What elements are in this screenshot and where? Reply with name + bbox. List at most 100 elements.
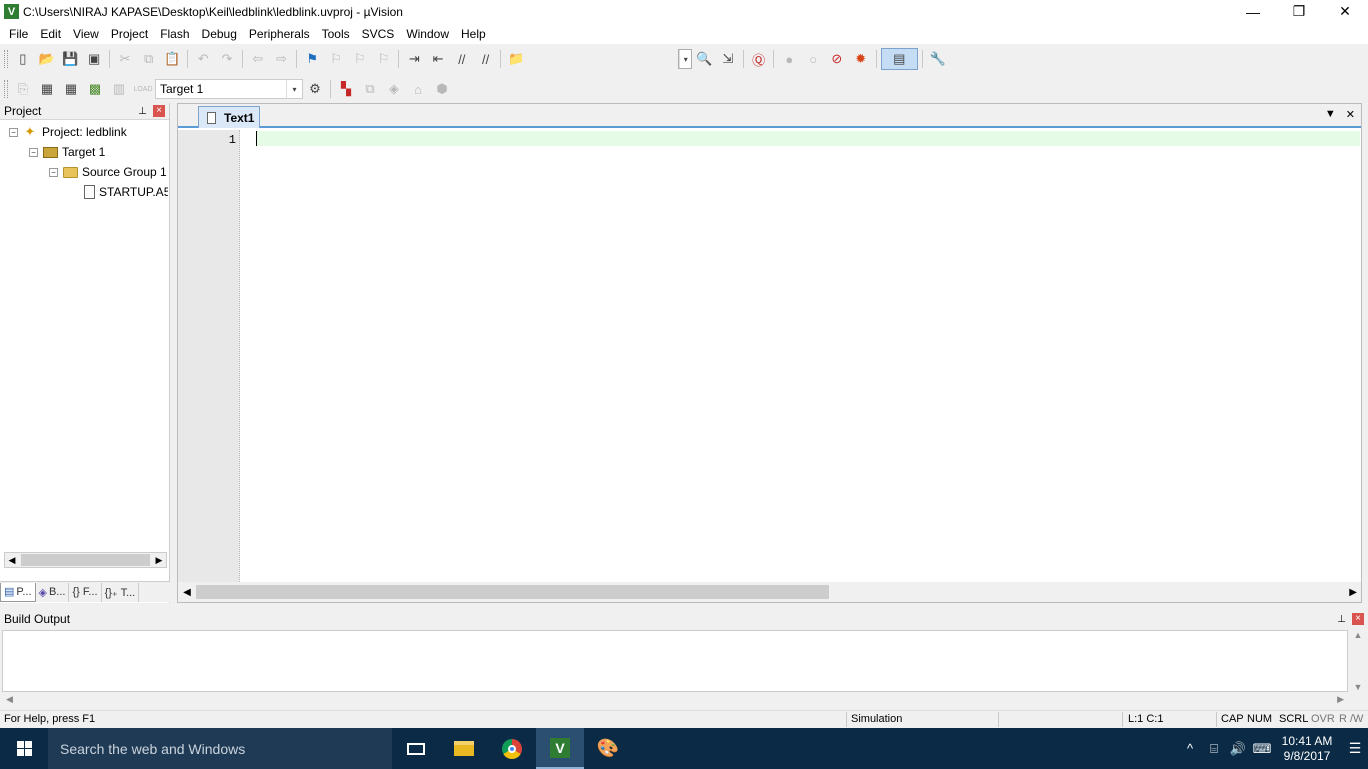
scroll-right-icon[interactable]: ▶ [1337, 694, 1344, 705]
pack-installer-icon[interactable]: ⌂ [407, 78, 429, 100]
tree-item-project[interactable]: − ✦ Project: ledblink [0, 122, 169, 142]
target-select[interactable]: Target 1 ▾ [155, 79, 303, 99]
scroll-up-icon[interactable]: ▲ [1354, 630, 1363, 640]
tab-text1[interactable]: Text1 [198, 106, 260, 128]
pin-icon[interactable]: ⊥ [138, 106, 147, 117]
menu-tools[interactable]: Tools [316, 23, 356, 44]
tab-project[interactable]: ▤ P... [0, 582, 36, 602]
chevron-down-icon[interactable]: ▾ [286, 80, 302, 98]
scroll-left-icon[interactable]: ◀ [5, 555, 19, 566]
paint-button[interactable]: 🎨 [584, 728, 632, 769]
navigate-back-icon[interactable]: ⇦ [247, 48, 269, 70]
collapse-toggle-icon[interactable]: − [49, 167, 58, 177]
menu-view[interactable]: View [67, 23, 105, 44]
start-button[interactable] [0, 728, 48, 769]
comment-icon[interactable]: // [451, 48, 473, 70]
next-bookmark-icon[interactable]: ⚐ [349, 48, 371, 70]
file-explorer-button[interactable] [440, 728, 488, 769]
clear-bookmarks-icon[interactable]: ⚐ [373, 48, 395, 70]
uncomment-icon[interactable]: // [475, 48, 497, 70]
stop-build-icon[interactable]: ▥ [108, 78, 130, 100]
toolbar-grip[interactable] [4, 50, 8, 68]
incremental-find-icon[interactable]: ⇲ [717, 48, 739, 70]
menu-project[interactable]: Project [105, 23, 154, 44]
insert-bookmark-icon[interactable]: ⚑ [301, 48, 323, 70]
toolbar-grip[interactable] [4, 80, 8, 98]
close-icon[interactable]: × [153, 105, 165, 117]
maximize-button[interactable]: ❐ [1276, 0, 1322, 23]
translate-icon[interactable]: ⎘ [12, 78, 34, 100]
close-button[interactable]: ✕ [1322, 0, 1368, 23]
manage-run-time-icon[interactable]: ⧉ [359, 78, 381, 100]
window-layout-icon[interactable]: ▤ [880, 48, 919, 70]
cut-icon[interactable]: ✂ [114, 48, 136, 70]
copy-icon[interactable]: ⧉ [138, 48, 160, 70]
unindent-icon[interactable]: ⇤ [427, 48, 449, 70]
manage-project-items-icon[interactable]: ▚ [335, 78, 357, 100]
tree-item-file[interactable]: STARTUP.A51 [0, 182, 168, 202]
chevron-down-icon[interactable]: ▾ [679, 50, 691, 68]
enable-breakpoint-icon[interactable]: ○ [802, 48, 824, 70]
select-packs-icon[interactable]: ◈ [383, 78, 405, 100]
task-view-button[interactable] [392, 728, 440, 769]
scroll-left-icon[interactable]: ◀ [6, 694, 13, 705]
tree-item-target[interactable]: − Target 1 [0, 142, 169, 162]
build-vertical-scrollbar[interactable]: ▲ ▼ [1350, 630, 1366, 692]
minimize-button[interactable]: — [1230, 0, 1276, 23]
navigate-forward-icon[interactable]: ⇨ [271, 48, 293, 70]
scroll-thumb[interactable] [196, 585, 829, 599]
scroll-thumb[interactable] [21, 554, 150, 566]
build-output-text[interactable] [2, 630, 1348, 692]
taskbar-search-box[interactable]: Search the web and Windows [48, 728, 392, 769]
indent-icon[interactable]: ⇥ [403, 48, 425, 70]
scroll-down-icon[interactable]: ▼ [1354, 682, 1363, 692]
close-document-icon[interactable]: ✕ [1346, 108, 1355, 121]
find-combobox[interactable]: ▾ [678, 49, 693, 69]
show-hidden-icons-chevron-icon[interactable]: ^ [1178, 741, 1202, 756]
keyboard-icon[interactable]: ⌨ [1250, 741, 1274, 757]
disable-breakpoints-icon[interactable]: ⊘ [826, 48, 848, 70]
scroll-left-icon[interactable]: ◀ [178, 587, 196, 598]
pin-icon[interactable]: ⊥ [1337, 614, 1346, 625]
previous-bookmark-icon[interactable]: ⚐ [325, 48, 347, 70]
tree-item-source-group[interactable]: − Source Group 1 [0, 162, 169, 182]
menu-help[interactable]: Help [455, 23, 492, 44]
tab-list-dropdown-icon[interactable]: ▼ [1325, 108, 1336, 121]
scroll-right-icon[interactable]: ▶ [1349, 587, 1357, 598]
menu-svcs[interactable]: SVCS [356, 23, 401, 44]
menu-file[interactable]: File [3, 23, 34, 44]
batch-build-icon[interactable]: ▩ [84, 78, 106, 100]
taskbar-clock[interactable]: 10:41 AM 9/8/2017 [1274, 734, 1340, 764]
find-in-files-icon[interactable]: 📁 [505, 48, 527, 70]
open-file-icon[interactable]: 📂 [36, 48, 58, 70]
undo-icon[interactable]: ↶ [192, 48, 214, 70]
editor-horizontal-scrollbar[interactable]: ◀ ▶ [178, 582, 1361, 602]
build-icon[interactable]: ▦ [36, 78, 58, 100]
tab-books[interactable]: ◈ B... [36, 582, 70, 602]
find-icon[interactable]: 🔍 [693, 48, 715, 70]
chrome-button[interactable] [488, 728, 536, 769]
collapse-toggle-icon[interactable]: − [29, 147, 38, 157]
paste-icon[interactable]: 📋 [162, 48, 184, 70]
kill-breakpoints-icon[interactable]: ✹ [850, 48, 872, 70]
scroll-right-icon[interactable]: ▶ [152, 555, 166, 566]
new-file-icon[interactable]: ▯ [12, 48, 34, 70]
tab-templates[interactable]: {}₊ T... [102, 582, 140, 602]
save-icon[interactable]: 💾 [60, 48, 82, 70]
menu-edit[interactable]: Edit [34, 23, 67, 44]
configure-icon[interactable]: 🔧 [927, 48, 949, 70]
menu-debug[interactable]: Debug [196, 23, 243, 44]
code-editor[interactable] [256, 131, 1360, 146]
action-center-icon[interactable]: ☰ [1342, 740, 1368, 757]
menu-flash[interactable]: Flash [154, 23, 195, 44]
build-horizontal-scrollbar[interactable]: ◀ ▶ [2, 692, 1348, 706]
tab-functions[interactable]: {} F... [69, 582, 102, 602]
close-icon[interactable]: × [1352, 613, 1364, 625]
volume-icon[interactable]: 🔊 [1226, 741, 1250, 757]
download-icon[interactable]: LOAD [132, 78, 154, 100]
menu-peripherals[interactable]: Peripherals [243, 23, 316, 44]
start-debug-icon[interactable]: Ⓠ [748, 48, 770, 70]
uvision-taskbar-button[interactable]: V [536, 728, 584, 769]
menu-window[interactable]: Window [400, 23, 455, 44]
insert-breakpoint-icon[interactable]: ● [778, 48, 800, 70]
